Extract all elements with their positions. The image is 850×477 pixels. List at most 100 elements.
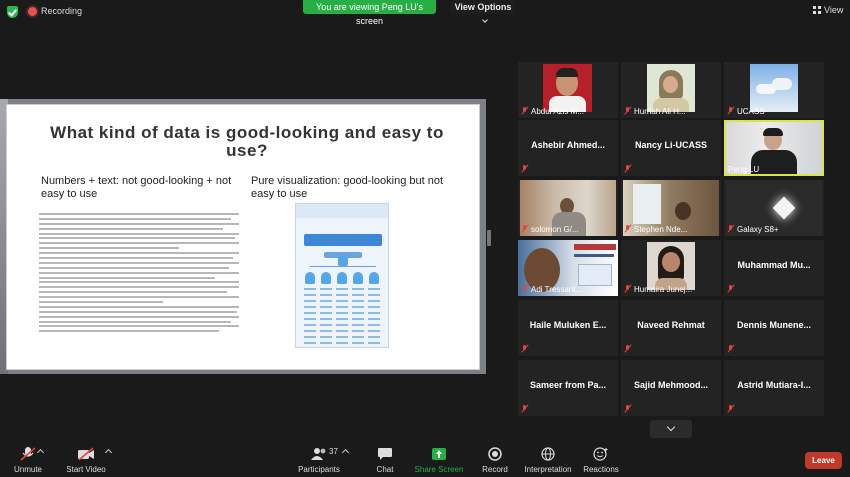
muted-mic-icon (624, 225, 631, 233)
participant-tile[interactable]: Naveed Rehmat (621, 300, 721, 356)
participants-icon (311, 448, 326, 460)
participant-tile[interactable]: Astrid Mutiara-I... (724, 360, 824, 416)
recording-label: Recording (41, 6, 83, 16)
muted-mic-icon (521, 165, 528, 173)
text-line (39, 217, 231, 220)
muted-mic-icon (624, 345, 631, 353)
participant-name: Nancy Li-UCASS (634, 140, 707, 150)
start-video-button[interactable]: Start Video (64, 441, 108, 474)
participant-name: Galaxy S8+ (737, 225, 779, 234)
infographic-image (295, 203, 389, 348)
record-label: Record (482, 465, 508, 474)
text-line (39, 276, 215, 279)
participant-name: Muhammad Mu... (737, 260, 811, 270)
participant-name: Sajid Mehmood... (633, 380, 708, 390)
text-line (39, 310, 237, 313)
muted-mic-icon (624, 405, 631, 413)
text-line (39, 213, 239, 215)
view-options-label: View Options (454, 2, 512, 12)
left-heading: Numbers + text: not good-looking + not e… (41, 175, 232, 200)
participant-tile[interactable]: Galaxy S8+ (724, 180, 824, 236)
participant-photo (647, 64, 695, 112)
recording-icon (28, 7, 37, 16)
participants-options-caret-icon[interactable] (341, 448, 350, 457)
text-line (39, 232, 239, 235)
leave-button[interactable]: Leave (805, 452, 842, 469)
muted-mic-icon (521, 107, 528, 115)
right-heading: Pure visualization: good-looking but not… (251, 175, 444, 200)
meeting-toolbar: Unmute Start Video Participants 37 Chat … (0, 441, 850, 477)
participants-button[interactable]: Participants (298, 441, 340, 474)
record-icon (488, 447, 502, 461)
gallery-next-page-button[interactable] (650, 420, 692, 438)
muted-mic-icon (521, 405, 528, 413)
share-screen-label: Share Screen (414, 465, 464, 474)
muted-mic-icon (521, 225, 528, 233)
chevron-down-icon (482, 17, 488, 23)
reactions-label: Reactions (583, 465, 619, 474)
muted-mic-icon (727, 345, 734, 353)
participant-tile[interactable]: Ashebir Ahmed... (518, 120, 618, 176)
participant-tile[interactable]: Nancy Li-UCASS (621, 120, 721, 176)
muted-mic-icon (624, 107, 631, 115)
dense-text-sample (39, 213, 239, 339)
unmute-label: Unmute (13, 465, 42, 474)
zoom-window: Recording You are viewing Peng LU's scre… (0, 0, 850, 477)
participant-tile[interactable]: solomon G/... (518, 180, 618, 236)
muted-mic-icon (521, 285, 528, 293)
participant-tile[interactable]: UCASS (724, 62, 824, 118)
participant-name: Adi Tressant... (531, 285, 583, 294)
slide-title: What kind of data is good-looking and ea… (50, 123, 444, 160)
participant-name: Peng LU (728, 165, 760, 174)
participant-tile[interactable]: Sajid Mehmood... (621, 360, 721, 416)
muted-mic-icon (727, 285, 734, 293)
participant-tile[interactable]: Haile Muluken E... (518, 300, 618, 356)
participant-tile[interactable]: Stephen Nde... (621, 180, 721, 236)
shared-screen[interactable]: What kind of data is good-looking and ea… (0, 99, 486, 374)
participant-name: Humaira Junej... (634, 285, 693, 294)
smiley-icon (593, 447, 608, 461)
split-drag-handle[interactable] (487, 230, 491, 246)
start-video-label: Start Video (66, 465, 106, 474)
participant-tile[interactable]: Dennis Munene... (724, 300, 824, 356)
view-button[interactable]: View (813, 5, 843, 15)
text-line (39, 242, 239, 245)
participant-name: Sameer from Pa... (529, 380, 607, 390)
participant-name: Naveed Rehmat (637, 320, 705, 330)
muted-mic-icon (727, 225, 734, 233)
text-line (39, 237, 235, 240)
participant-name: Abdul Azis M... (531, 107, 584, 116)
presentation-slide: What kind of data is good-looking and ea… (6, 104, 480, 370)
participant-tile[interactable]: Hurriah Ali H... (621, 62, 721, 118)
unmute-button[interactable]: Unmute (8, 441, 48, 474)
text-line (39, 257, 233, 260)
view-label: View (824, 5, 844, 15)
text-line (39, 266, 229, 269)
text-line (39, 305, 239, 308)
view-options-button[interactable]: View Options (451, 0, 515, 23)
interpretation-label: Interpretation (524, 465, 572, 474)
text-line (39, 252, 239, 255)
microphone-muted-icon (20, 447, 36, 461)
muted-mic-icon (624, 285, 631, 293)
share-screen-button[interactable]: Share Screen (414, 441, 464, 474)
muted-mic-icon (624, 165, 631, 173)
participant-name: Astrid Mutiara-I... (737, 380, 811, 390)
top-bar: Recording You are viewing Peng LU's scre… (0, 0, 850, 26)
text-line (39, 261, 239, 264)
participant-tile[interactable]: Muhammad Mu... (724, 240, 824, 296)
record-button[interactable]: Record (480, 441, 510, 474)
participant-tile[interactable]: Sameer from Pa... (518, 360, 618, 416)
participant-tile[interactable]: Humaira Junej... (621, 240, 721, 296)
text-line (39, 222, 239, 225)
participant-tile[interactable]: Abdul Azis M... (518, 62, 618, 118)
encryption-shield-icon[interactable] (7, 6, 18, 18)
participant-tile-active-speaker[interactable]: Peng LU (724, 120, 824, 176)
interpretation-button[interactable]: Interpretation (523, 441, 573, 474)
reactions-button[interactable]: Reactions (583, 441, 619, 474)
chat-button[interactable]: Chat (372, 441, 398, 474)
participant-tile[interactable]: Adi Tressant... (518, 240, 618, 296)
text-line (39, 301, 163, 304)
viewing-screen-banner: You are viewing Peng LU's screen (303, 0, 436, 26)
chat-icon (378, 448, 392, 460)
